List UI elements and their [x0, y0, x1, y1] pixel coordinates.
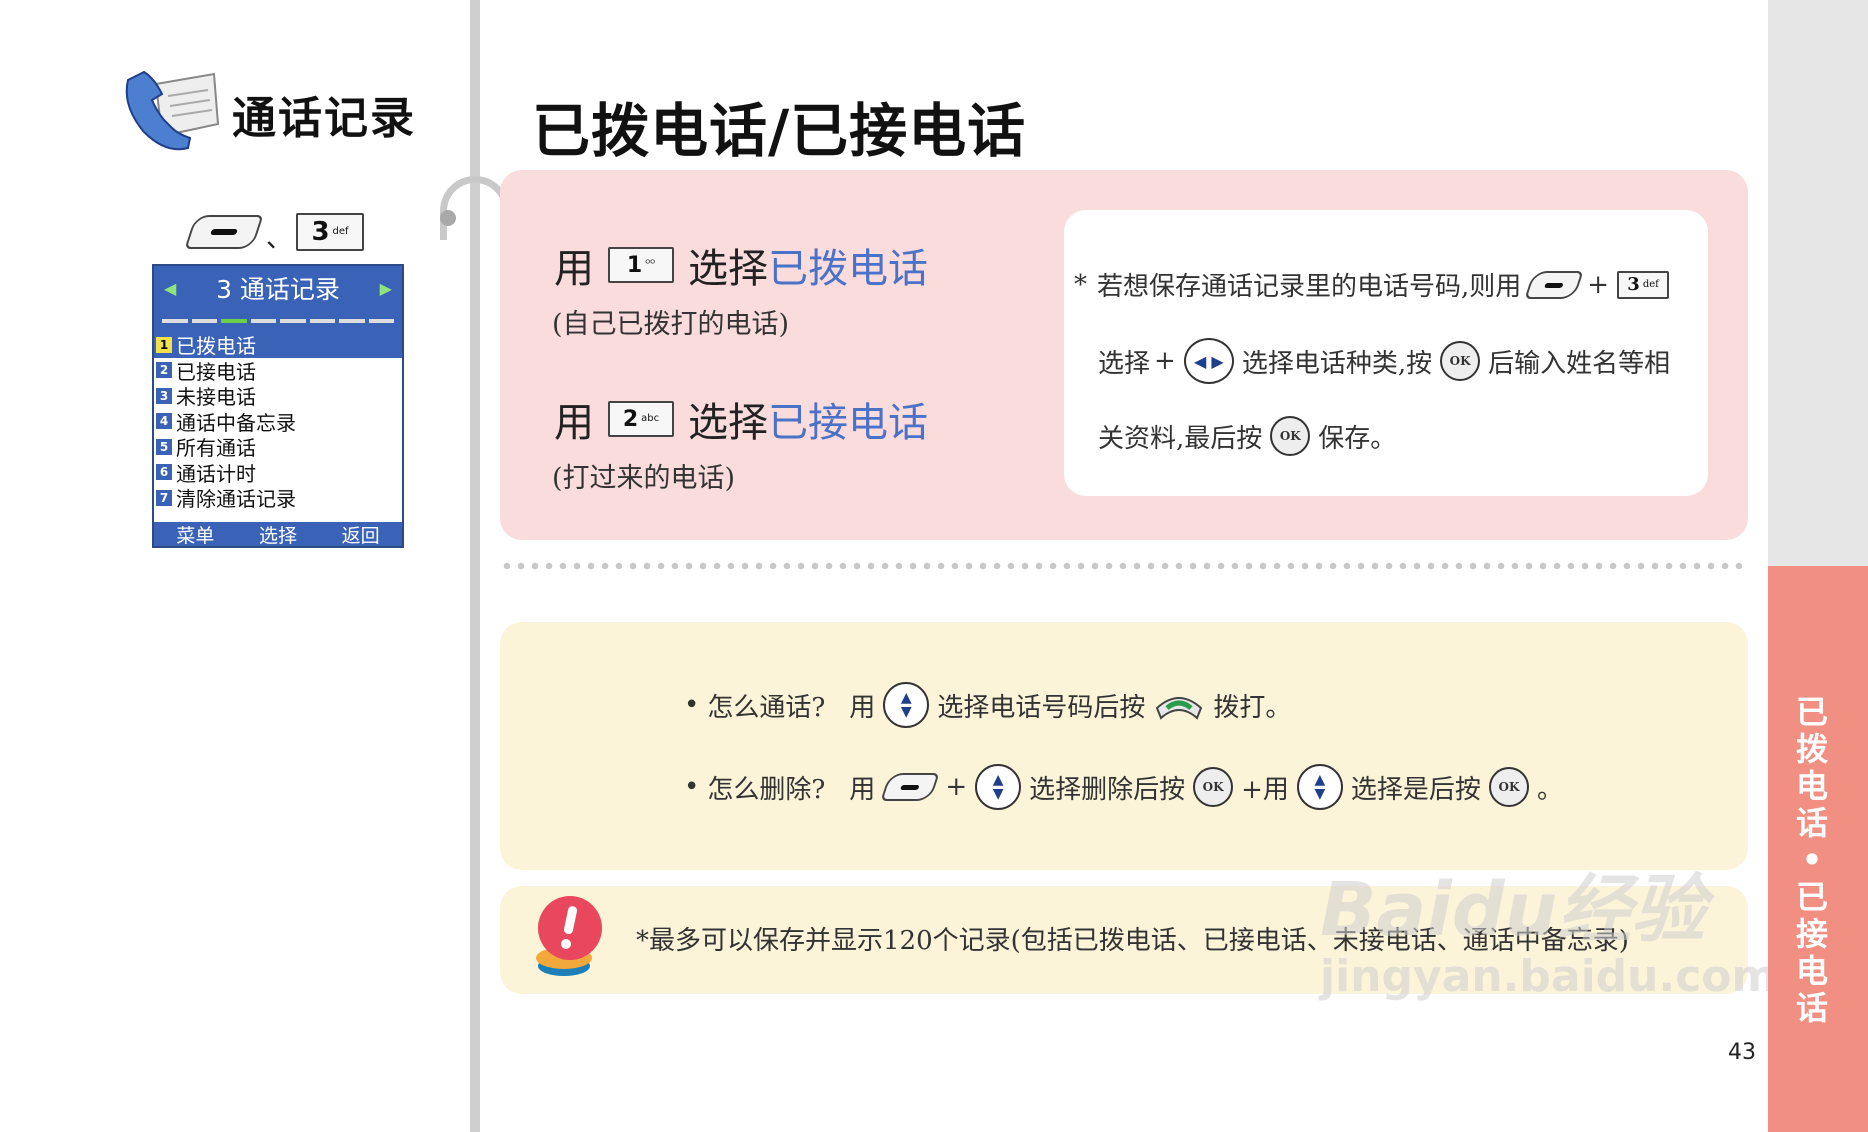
up-down-nav-key-icon: ▲ ▼: [1296, 764, 1343, 810]
softkey-select[interactable]: 选择: [259, 521, 297, 548]
menu-item-all-calls[interactable]: 5 所有通话: [154, 434, 402, 460]
screen-header: ◀ 3 通话记录 ▶: [154, 266, 402, 310]
key-2-icon: 2 abc: [608, 401, 674, 437]
ok-key-icon: OK: [1270, 416, 1311, 456]
save-note-line-3: 关资料,最后按 OK 保存。: [1098, 416, 1396, 456]
side-tab-label: 已拨电话 • 已接电话: [1795, 693, 1828, 1027]
faq-how-to-call: • 怎么通话? 用 ▲ ▼ 选择电话号码后按 拨打。: [684, 682, 1291, 728]
phone-screen: ◀ 3 通话记录 ▶ 1 已拨电话 2 已接电话 3 未接电话 4 通话中备忘录 5 所有…: [152, 264, 404, 548]
page-spine: [470, 0, 480, 1132]
soft-key-icon: [184, 214, 264, 249]
softkey-back[interactable]: 返回: [342, 521, 380, 548]
side-tab-gray: [1768, 0, 1868, 566]
screen-tab-strip: [154, 310, 402, 332]
menu-item-label: 清除通话记录: [176, 487, 296, 512]
dialed-calls-label: 已拨电话: [768, 246, 928, 292]
dotted-divider: [500, 562, 1748, 570]
phone-log-icon: [118, 66, 224, 160]
instruction-received: 用 2 abc 选择 已接电话: [554, 390, 928, 448]
save-note-line-2: 选择 + ◀ ▶ 选择电话种类,按 OK 后输入姓名等相: [1098, 338, 1670, 384]
right-arrow-icon: ▶: [379, 278, 392, 298]
key-3-icon: 3 def: [1617, 270, 1670, 299]
instruction-dialed: 用 1 ᴼᴼ 选择 已拨电话: [554, 236, 928, 294]
watermark: Baidu经验 jingyan.baidu.com: [1320, 850, 1777, 1002]
send-key-icon: [1153, 688, 1205, 722]
page-title: 已拨电话/已接电话: [532, 97, 1027, 165]
key-1-icon: 1 ᴼᴼ: [608, 247, 674, 283]
menu-item-missed[interactable]: 3 未接电话: [154, 383, 402, 409]
watermark-brand: Baidu经验: [1320, 867, 1706, 953]
key-3-icon: 3 def: [296, 212, 365, 251]
menu-item-received[interactable]: 2 已接电话: [154, 358, 402, 384]
left-arrow-icon: ◀: [164, 278, 177, 298]
ok-key-icon: OK: [1488, 767, 1529, 807]
screen-menu-list: 1 已拨电话 2 已接电话 3 未接电话 4 通话中备忘录 5 所有通话 6 通话计时 7清…: [154, 332, 402, 511]
faq-panel: [500, 622, 1748, 870]
key-3-num: 3: [311, 216, 330, 247]
key-hint: 、 3 def: [184, 208, 365, 255]
received-calls-label: 已接电话: [768, 400, 928, 446]
ok-key-icon: OK: [1440, 341, 1481, 381]
soft-key-icon: [880, 773, 940, 801]
menu-item-dialed[interactable]: 1 已拨电话: [154, 332, 402, 358]
ok-key-icon: OK: [1193, 767, 1234, 807]
ring-end-left: [440, 210, 456, 226]
menu-item-clear-log[interactable]: 7 清除通话记录: [154, 485, 402, 511]
soft-key-icon: [1524, 270, 1584, 299]
faq-how-to-delete: • 怎么删除? 用 + ▲ ▼ 选择删除后按 OK +用 ▲ ▼ 选择是后按 OK …: [684, 764, 1563, 810]
up-down-nav-key-icon: ▲ ▼: [883, 682, 930, 728]
key-separator: 、: [266, 224, 293, 254]
menu-item-memo[interactable]: 4 通话中备忘录: [154, 409, 402, 435]
up-down-nav-key-icon: ▲ ▼: [975, 764, 1022, 810]
page-number: 43: [1728, 1040, 1756, 1065]
screen-header-title: 3 通话记录: [216, 275, 340, 304]
key-3-sub: def: [332, 225, 349, 237]
left-right-nav-key-icon: ◀ ▶: [1183, 338, 1234, 384]
section-title: 通话记录: [232, 93, 416, 144]
save-note-line-1: * 若想保存通话记录里的电话号码,则用 + 3 def: [1074, 266, 1670, 303]
watermark-url: jingyan.baidu.com: [1320, 951, 1778, 1002]
screen-softkey-bar: 菜单 选择 返回: [154, 521, 402, 548]
menu-item-call-timer[interactable]: 6 通话计时: [154, 460, 402, 486]
exclamation-icon: [530, 894, 610, 988]
instruction-dialed-sub: (自己已拨打的电话): [552, 309, 790, 340]
instruction-received-sub: (打过来的电话): [552, 463, 736, 494]
softkey-menu[interactable]: 菜单: [176, 521, 214, 548]
